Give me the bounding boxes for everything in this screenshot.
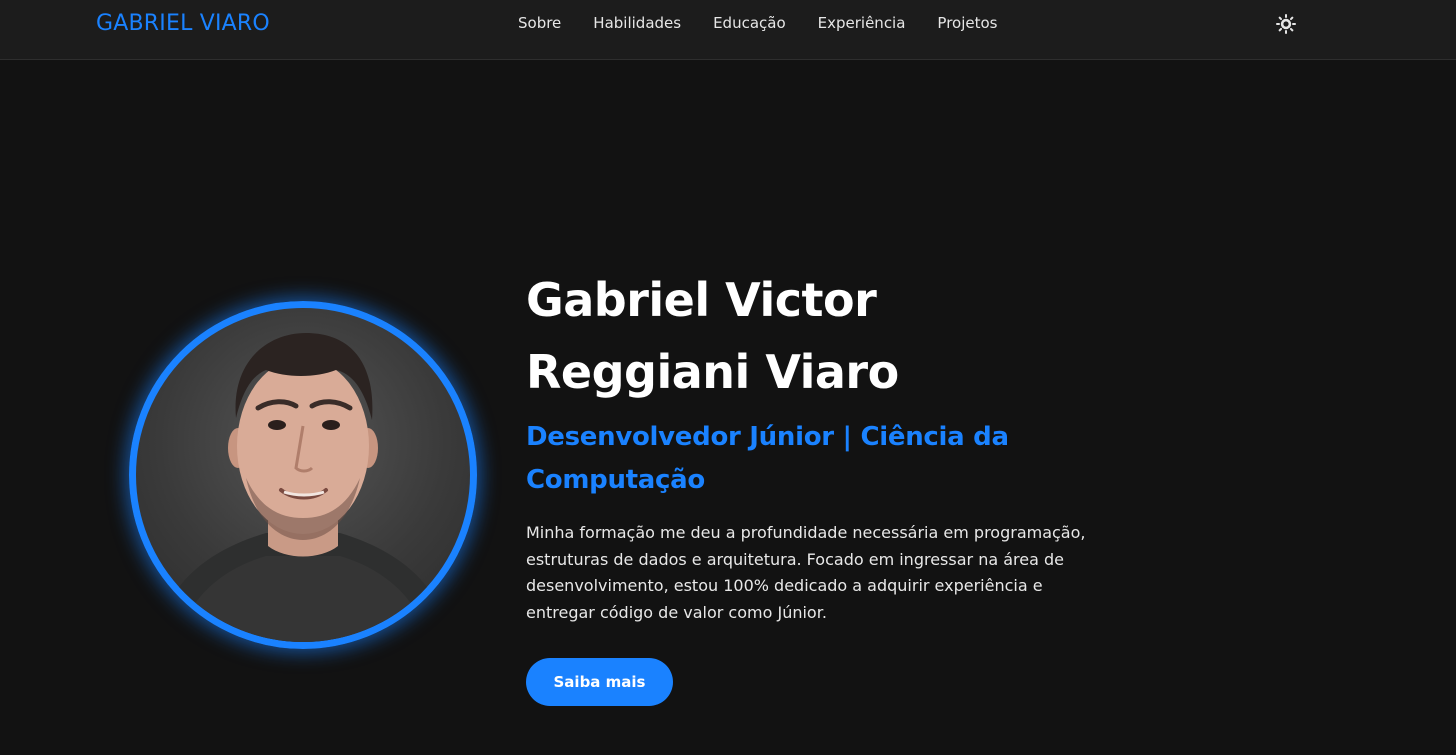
sun-icon: [1276, 14, 1296, 34]
nav-link-educacao[interactable]: Educação: [713, 14, 786, 32]
hero-name-line2: Reggiani Viaro: [526, 345, 899, 399]
hero-section: Gabriel Victor Reggiani Viaro Desenvolved…: [0, 60, 1456, 755]
nav-link-experiencia[interactable]: Experiência: [818, 14, 906, 32]
hero-text: Gabriel Victor Reggiani Viaro Desenvolved…: [526, 264, 1086, 706]
avatar-icon: [156, 333, 450, 642]
nav-link-habilidades[interactable]: Habilidades: [593, 14, 681, 32]
nav-link-projetos[interactable]: Projetos: [937, 14, 997, 32]
brand-logo-link[interactable]: GABRIEL VIARO: [96, 11, 270, 36]
hero-name: Gabriel Victor Reggiani Viaro: [526, 264, 1086, 408]
hero-name-line1: Gabriel Victor: [526, 273, 877, 327]
profile-photo: [129, 301, 477, 649]
nav-links: Sobre Habilidades Educação Experiência P…: [518, 14, 998, 32]
hero-role: Desenvolvedor Júnior | Ciência da Comput…: [526, 422, 1009, 495]
theme-toggle-button[interactable]: [1275, 13, 1297, 35]
hero-description: Minha formação me deu a profundidade nec…: [526, 523, 1086, 622]
saiba-mais-button[interactable]: Saiba mais: [526, 658, 673, 706]
nav-link-sobre[interactable]: Sobre: [518, 14, 561, 32]
navbar: GABRIEL VIARO Sobre Habilidades Educação…: [0, 0, 1456, 60]
